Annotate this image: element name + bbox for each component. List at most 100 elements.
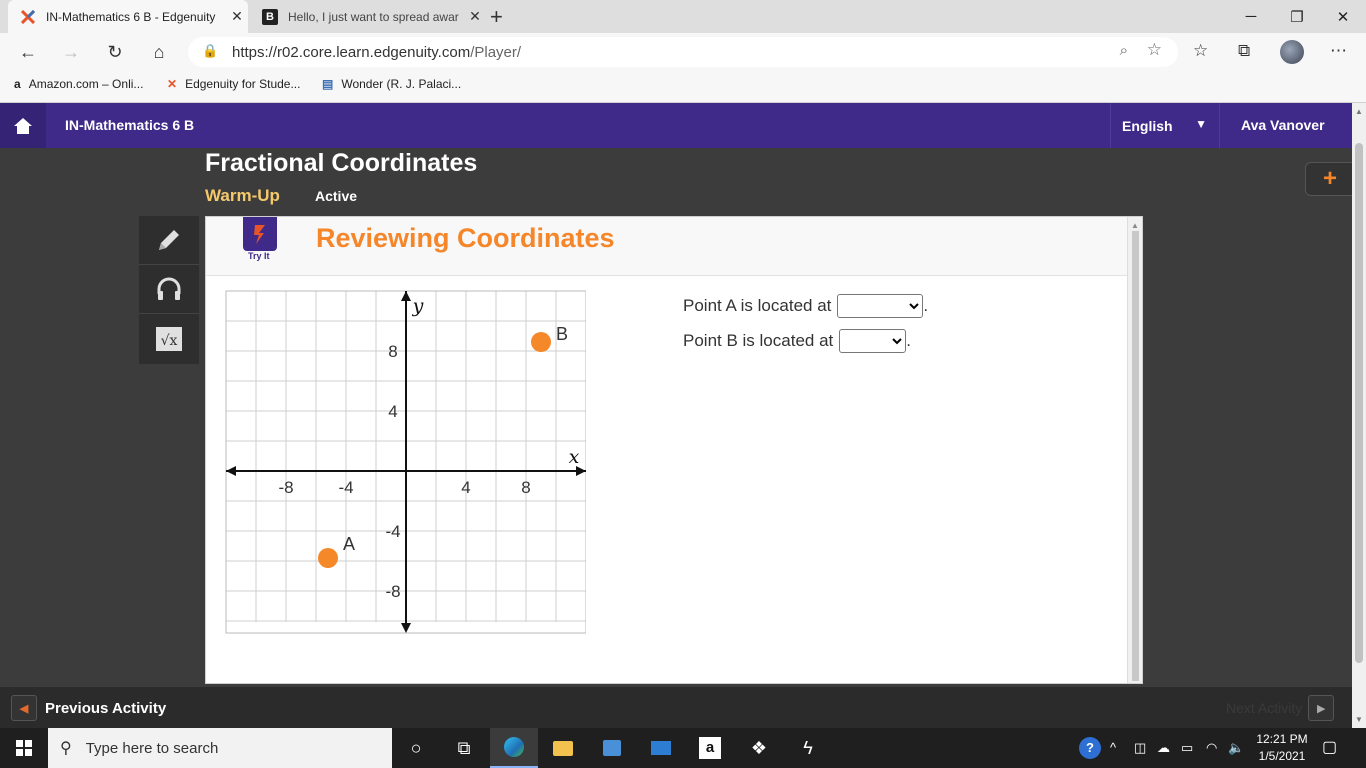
zoom-icon[interactable]: ⌕ <box>1120 42 1128 59</box>
profile-avatar[interactable] <box>1280 40 1304 64</box>
point-a-dropdown[interactable] <box>837 294 924 318</box>
tab-title: IN-Mathematics 6 B - Edgenuity <box>46 9 216 24</box>
caret-right-icon: ▶ <box>1308 695 1335 721</box>
url-path: /Player/ <box>470 44 522 61</box>
edgenuity-x-icon <box>20 9 36 25</box>
minimize-button[interactable]: ─ <box>1228 0 1274 33</box>
language-select[interactable]: English ▼ <box>1110 103 1220 148</box>
close-window-button[interactable]: ✕ <box>1320 0 1366 33</box>
question-a: Point A is located at . <box>683 294 928 318</box>
store-icon[interactable] <box>588 728 636 768</box>
amazon-icon: a <box>14 77 21 91</box>
notification-icon[interactable]: ▢ <box>1322 737 1344 759</box>
scroll-up-icon[interactable]: ▲ <box>1131 221 1139 230</box>
collections-icon[interactable]: ⧉ <box>1238 41 1250 61</box>
page-scrollbar[interactable]: ▲ ▼ <box>1352 103 1366 728</box>
x-tick-label: -4 <box>338 478 353 497</box>
amazon-icon[interactable]: a <box>686 728 734 768</box>
favorite-amazon[interactable]: a Amazon.com – Onli... <box>14 77 143 91</box>
favorites-icon[interactable]: ☆ <box>1193 41 1208 61</box>
meet-now-icon[interactable]: ◫ <box>1134 740 1146 756</box>
scrollbar-thumb[interactable] <box>1132 231 1139 681</box>
svg-text:√x: √x <box>161 333 178 349</box>
favorite-label: Edgenuity for Stude... <box>185 77 301 91</box>
help-icon[interactable]: ? <box>1079 737 1101 759</box>
lesson-status: Active <box>315 188 358 204</box>
next-activity-button[interactable]: Next Activity ▶ <box>1226 695 1335 721</box>
system-clock[interactable]: 12:21 PM 1/5/2021 <box>1252 731 1312 765</box>
wifi-icon[interactable]: ◠ <box>1206 740 1217 756</box>
tools-panel: √x <box>139 216 199 364</box>
app-top-nav: IN-Mathematics 6 B English ▼ Ava Vanover <box>0 103 1352 148</box>
battery-icon[interactable]: ▭ <box>1181 740 1193 756</box>
point-b-dropdown[interactable] <box>839 329 907 353</box>
close-icon[interactable]: ✕ <box>226 8 248 25</box>
back-button[interactable]: ← <box>15 39 41 65</box>
lock-icon: 🔒 <box>202 43 219 58</box>
edge-icon[interactable] <box>490 728 538 768</box>
course-name: IN-Mathematics 6 B <box>65 117 195 133</box>
y-tick-label: -4 <box>385 522 400 541</box>
question-b: Point B is located at . <box>683 329 911 353</box>
y-axis-top-arrow <box>401 291 411 301</box>
previous-activity-button[interactable]: ◀ Previous Activity <box>11 695 166 721</box>
brainly-b-icon: B <box>262 8 278 25</box>
search-icon: ⚲ <box>60 740 72 757</box>
favorites-bar: a Amazon.com – Onli... ✕ Edgenuity for Stu… <box>0 70 1366 103</box>
file-explorer-icon[interactable] <box>539 728 587 768</box>
headphones-icon[interactable] <box>139 265 199 314</box>
question-a-period: . <box>923 296 929 315</box>
favorite-edgenuity[interactable]: ✕ Edgenuity for Stude... <box>167 77 300 91</box>
language-label: English <box>1122 117 1173 134</box>
next-activity-label: Next Activity <box>1226 700 1303 716</box>
favorite-label: Wonder (R. J. Palaci... <box>341 77 462 91</box>
coordinate-plane: x y -8 -4 4 8 8 4 -4 -8 A B <box>225 290 586 634</box>
clock-time: 12:21 PM <box>1256 732 1308 746</box>
user-name[interactable]: Ava Vanover <box>1241 117 1325 133</box>
activity-scrollbar[interactable]: ▲ <box>1127 217 1142 683</box>
forward-button[interactable]: → <box>58 39 84 65</box>
windows-taskbar: ⚲ Type here to search ○ ⧉ a ❖ ϟ ? ^ ◫ ☁ … <box>0 728 1366 768</box>
volume-icon[interactable]: 🔈 <box>1228 740 1244 756</box>
chevron-up-icon[interactable]: ^ <box>1110 740 1116 755</box>
windows-start-icon[interactable] <box>0 728 48 768</box>
onedrive-cloud-icon[interactable]: ☁ <box>1157 740 1170 756</box>
tab-edgenuity[interactable]: IN-Mathematics 6 B - Edgenuity ✕ <box>8 0 248 33</box>
home-button[interactable]: ⌂ <box>146 39 172 65</box>
favorite-wonder[interactable]: ▤ Wonder (R. J. Palaci... <box>322 77 461 91</box>
calculator-icon[interactable]: √x <box>139 314 199 363</box>
point-b-label: B <box>556 324 568 344</box>
book-icon: ▤ <box>322 77 334 91</box>
dropbox-icon[interactable]: ❖ <box>735 728 783 768</box>
home-icon[interactable] <box>0 103 46 148</box>
restore-button[interactable]: ❐ <box>1274 0 1320 33</box>
y-tick-label: 4 <box>388 402 397 421</box>
edgenuity-app-icon[interactable]: ϟ <box>784 728 832 768</box>
clock-date: 1/5/2021 <box>1258 749 1306 763</box>
scroll-up-icon[interactable]: ▲ <box>1355 107 1363 116</box>
url-field[interactable]: 🔒 https://r02.core.learn.edgenuity.com/P… <box>188 37 1178 67</box>
close-icon[interactable]: ✕ <box>464 8 486 25</box>
scrollbar-thumb[interactable] <box>1355 143 1363 663</box>
lesson-title: Fractional Coordinates <box>205 149 478 177</box>
chevron-down-icon: ▼ <box>1195 117 1207 131</box>
x-axis-left-arrow <box>226 466 236 476</box>
url-host: https://r02.core.learn.edgenuity.com <box>232 44 471 61</box>
y-axis-label: y <box>412 295 424 317</box>
pencil-icon[interactable] <box>139 216 199 265</box>
previous-activity-label: Previous Activity <box>45 699 167 717</box>
taskbar-search[interactable]: ⚲ Type here to search <box>48 728 392 768</box>
refresh-button[interactable]: ↻ <box>102 39 128 65</box>
favorite-star-icon[interactable]: ☆ <box>1147 40 1162 60</box>
task-view-icon[interactable]: ⧉ <box>440 728 488 768</box>
cortana-icon[interactable]: ○ <box>392 728 440 768</box>
point-b <box>531 332 551 352</box>
tab-brainly[interactable]: B Hello, I just want to spread awar ✕ <box>250 0 486 33</box>
scroll-down-icon[interactable]: ▼ <box>1355 715 1363 724</box>
new-tab-button[interactable]: + <box>490 4 503 30</box>
more-menu-icon[interactable]: ⋯ <box>1330 41 1347 61</box>
mail-icon[interactable] <box>637 728 685 768</box>
try-it-icon <box>243 217 277 251</box>
x-tick-label: -8 <box>278 478 293 497</box>
plus-icon[interactable]: + <box>1305 162 1355 196</box>
